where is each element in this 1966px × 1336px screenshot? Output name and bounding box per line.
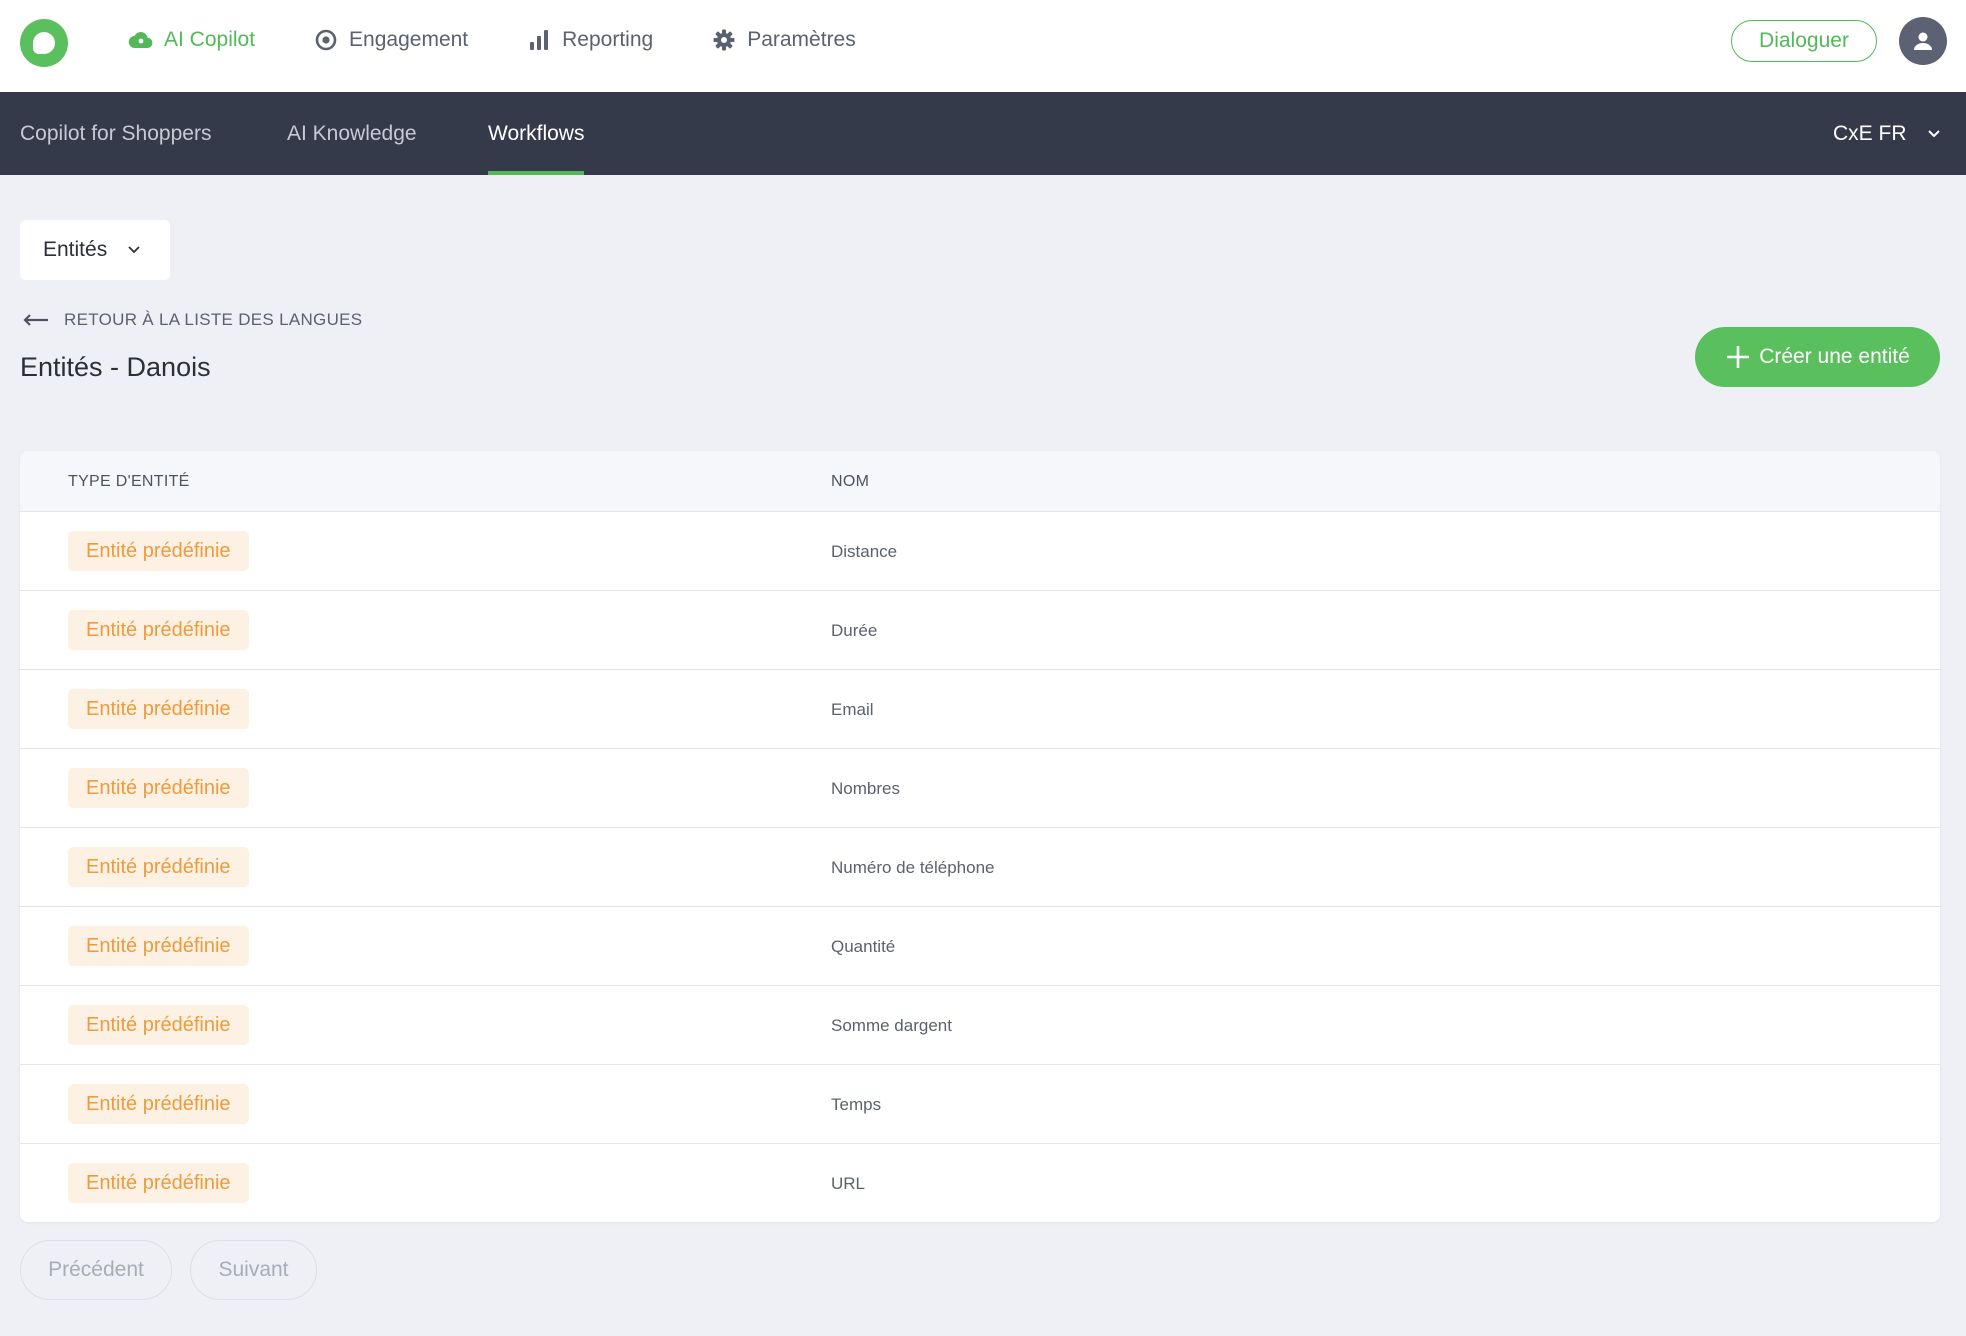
entity-name: Somme dargent <box>831 1015 952 1035</box>
cloud-icon <box>128 27 154 53</box>
tab-workflows[interactable]: Workflows <box>488 92 585 175</box>
chat-bubble-icon <box>33 32 55 54</box>
top-nav: AI Copilot Engagement Reporting Paramètr… <box>128 0 914 80</box>
create-entity-label: Créer une entité <box>1759 345 1910 368</box>
entity-type-badge: Entité prédéfinie <box>68 847 249 887</box>
topnav-item-reporting[interactable]: Reporting <box>526 27 653 53</box>
topnav-item-ai-copilot[interactable]: AI Copilot <box>128 27 255 53</box>
entity-type-badge: Entité prédéfinie <box>68 531 249 571</box>
entity-name: Nombres <box>831 778 900 798</box>
table-row[interactable]: Entité prédéfinie Numéro de téléphone <box>20 828 1940 907</box>
entity-type-badge: Entité prédéfinie <box>68 1163 249 1203</box>
table-row[interactable]: Entité prédéfinie Quantité <box>20 907 1940 986</box>
table-row[interactable]: Entité prédéfinie URL <box>20 1144 1940 1222</box>
entity-name: Durée <box>831 620 878 640</box>
entity-name: Email <box>831 699 874 719</box>
chevron-down-icon <box>128 246 140 254</box>
entity-type-badge: Entité prédéfinie <box>68 610 249 650</box>
entity-name: Quantité <box>831 936 896 956</box>
user-avatar[interactable] <box>1899 17 1947 65</box>
plus-icon <box>1727 346 1750 368</box>
entities-table: TYPE D'ENTITÉ NOM Entité prédéfinie Dist… <box>20 451 1940 1222</box>
entity-type-badge: Entité prédéfinie <box>68 1084 249 1124</box>
dropdown-label: Entités <box>43 238 108 261</box>
target-icon <box>313 27 339 53</box>
gear-icon <box>711 27 737 53</box>
table-row[interactable]: Entité prédéfinie Somme dargent <box>20 986 1940 1065</box>
entity-name: Temps <box>831 1094 882 1114</box>
page-title: Entités - Danois <box>20 352 211 382</box>
table-row[interactable]: Entité prédéfinie Durée <box>20 591 1940 670</box>
user-icon <box>1914 32 1932 50</box>
column-header-type[interactable]: TYPE D'ENTITÉ <box>68 451 190 512</box>
entity-type-badge: Entité prédéfinie <box>68 926 249 966</box>
table-row[interactable]: Entité prédéfinie Temps <box>20 1065 1940 1144</box>
entity-type-badge: Entité prédéfinie <box>68 1005 249 1045</box>
arrow-left-icon <box>23 314 48 326</box>
topnav-item-engagement[interactable]: Engagement <box>313 27 468 53</box>
chevron-down-icon <box>1927 129 1940 137</box>
column-header-name[interactable]: NOM <box>831 451 869 512</box>
workspace-label: CxE FR <box>1833 121 1907 145</box>
workspace-selector[interactable]: CxE FR <box>1833 92 1941 175</box>
entity-type-badge: Entité prédéfinie <box>68 768 249 808</box>
next-page-button[interactable]: Suivant <box>190 1240 317 1300</box>
bar-chart-icon <box>526 27 552 53</box>
topnav-item-label: AI Copilot <box>164 28 256 51</box>
tab-ai-knowledge[interactable]: AI Knowledge <box>287 92 417 175</box>
previous-page-button[interactable]: Précédent <box>20 1240 172 1300</box>
table-header: TYPE D'ENTITÉ NOM <box>20 451 1940 512</box>
topnav-item-parametres[interactable]: Paramètres <box>711 27 856 53</box>
dialoguer-button[interactable]: Dialoguer <box>1731 20 1877 62</box>
topnav-item-label: Reporting <box>562 28 654 51</box>
entity-type-badge: Entité prédéfinie <box>68 689 249 729</box>
table-row[interactable]: Entité prédéfinie Nombres <box>20 749 1940 828</box>
topnav-item-label: Paramètres <box>747 28 856 51</box>
topnav-item-label: Engagement <box>349 28 469 51</box>
create-entity-button[interactable]: Créer une entité <box>1695 327 1940 387</box>
back-to-languages-link[interactable]: RETOUR À LA LISTE DES LANGUES <box>22 310 362 330</box>
top-bar: AI Copilot Engagement Reporting Paramètr… <box>0 0 1966 92</box>
table-row[interactable]: Entité prédéfinie Email <box>20 670 1940 749</box>
entity-name: Numéro de téléphone <box>831 857 995 877</box>
tab-copilot-for-shoppers[interactable]: Copilot for Shoppers <box>20 92 211 175</box>
entity-name: Distance <box>831 541 898 561</box>
sub-nav: Copilot for Shoppers AI Knowledge Workfl… <box>0 92 1966 175</box>
app-logo[interactable] <box>20 19 68 67</box>
back-link-label: RETOUR À LA LISTE DES LANGUES <box>64 310 363 329</box>
entity-type-dropdown[interactable]: Entités <box>20 220 170 280</box>
table-row[interactable]: Entité prédéfinie Distance <box>20 512 1940 591</box>
entity-name: URL <box>831 1173 866 1193</box>
